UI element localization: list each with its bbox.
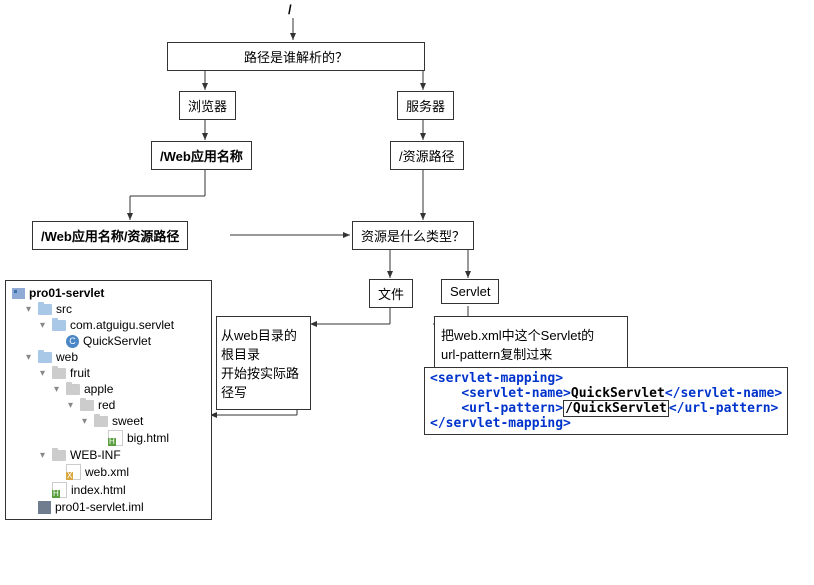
tree-big-html-label: big.html: [127, 431, 169, 445]
xml-servlet-name-text: QuickServlet: [571, 386, 665, 401]
node-from-web-root-l1: 从web目录的根目录: [221, 328, 297, 362]
node-url-pattern-desc: 把web.xml中这个Servlet的 url-pattern复制过来: [434, 316, 628, 372]
iml-file-icon: [38, 501, 51, 514]
folder-icon: [52, 320, 66, 331]
node-servlet: Servlet: [441, 279, 499, 304]
node-resource-path: /资源路径: [390, 141, 464, 170]
xml-file-icon: [66, 464, 81, 480]
xml-open-servlet-mapping: <servlet-mapping>: [430, 371, 563, 386]
tree-red-label: red: [98, 398, 115, 412]
xml-code-panel: <servlet-mapping> <servlet-name>QuickSer…: [424, 367, 788, 435]
node-file: 文件: [369, 279, 413, 308]
tree-fruit: ▾ fruit: [10, 365, 207, 381]
tree-class: C QuickServlet: [10, 333, 207, 349]
tree-iml-label: pro01-servlet.iml: [55, 500, 144, 514]
xml-url-pattern-text: /QuickServlet: [563, 400, 669, 417]
tree-web-label: web: [56, 350, 78, 364]
tree-root: pro01-servlet: [10, 285, 207, 301]
tree-web-inf: ▾ WEB-INF: [10, 447, 207, 463]
tree-fruit-label: fruit: [70, 366, 90, 380]
tree-web: ▾ web: [10, 349, 207, 365]
folder-icon: [52, 450, 66, 461]
tree-web-xml: web.xml: [10, 463, 207, 481]
chevron-down-icon: ▾: [26, 304, 38, 315]
node-url-pattern-l1: 把web.xml中这个Servlet的: [441, 328, 594, 343]
xml-open-servlet-name: <servlet-name>: [461, 386, 571, 401]
node-browser: 浏览器: [179, 91, 236, 120]
tree-package: ▾ com.atguigu.servlet: [10, 317, 207, 333]
chevron-down-icon: ▾: [68, 400, 80, 411]
node-url-pattern-l2: url-pattern复制过来: [441, 347, 552, 362]
tree-package-label: com.atguigu.servlet: [70, 318, 174, 332]
xml-close-url-pattern: </url-pattern>: [669, 401, 779, 416]
folder-icon: [38, 304, 52, 315]
tree-sweet-label: sweet: [112, 414, 143, 428]
chevron-down-icon: ▾: [54, 384, 66, 395]
node-webapp-name: /Web应用名称: [151, 141, 252, 170]
tree-web-xml-label: web.xml: [85, 465, 129, 479]
code-line-1: <servlet-mapping>: [430, 371, 782, 386]
tree-iml: pro01-servlet.iml: [10, 499, 207, 515]
chevron-down-icon: ▾: [40, 320, 52, 331]
tree-index-html-label: index.html: [71, 483, 126, 497]
root-slash: /: [288, 2, 292, 17]
node-from-web-root-l2: 开始按实际路径写: [221, 366, 299, 400]
tree-index-html: index.html: [10, 481, 207, 499]
xml-open-url-pattern: <url-pattern>: [461, 401, 563, 416]
tree-src: ▾ src: [10, 301, 207, 317]
node-resource-type: 资源是什么类型？: [352, 221, 474, 250]
code-line-4: </servlet-mapping>: [430, 416, 782, 431]
tree-apple-label: apple: [84, 382, 113, 396]
folder-icon: [80, 400, 94, 411]
tree-src-label: src: [56, 302, 72, 316]
folder-icon: [38, 352, 52, 363]
node-server: 服务器: [397, 91, 454, 120]
node-path-parser: 路径是谁解析的？: [167, 42, 425, 71]
chevron-down-icon: ▾: [40, 450, 52, 461]
tree-sweet: ▾ sweet: [10, 413, 207, 429]
tree-red: ▾ red: [10, 397, 207, 413]
html-file-icon: [108, 430, 123, 446]
folder-icon: [66, 384, 80, 395]
folder-icon: [52, 368, 66, 379]
node-from-web-root: 从web目录的根目录开始按实际路径写: [216, 316, 311, 410]
tree-big-html: big.html: [10, 429, 207, 447]
code-line-3: <url-pattern>/QuickServlet</url-pattern>: [430, 401, 782, 416]
module-icon: [12, 288, 25, 299]
node-webapp-resource-path: /Web应用名称/资源路径: [32, 221, 188, 250]
tree-class-label: QuickServlet: [83, 334, 151, 348]
project-tree-panel: pro01-servlet ▾src ▾com.atguigu.servlet …: [5, 280, 212, 520]
tree-root-label: pro01-servlet: [29, 286, 104, 300]
class-icon: C: [66, 335, 79, 348]
diagram-canvas: / 路径是谁解析的？ 浏览器 服务器 /Web应用名称 /资源路径 /Web应用…: [0, 0, 814, 585]
xml-close-servlet-mapping: </servlet-mapping>: [430, 416, 571, 431]
chevron-down-icon: ▾: [26, 352, 38, 363]
tree-apple: ▾ apple: [10, 381, 207, 397]
xml-close-servlet-name: </servlet-name>: [665, 386, 782, 401]
chevron-down-icon: ▾: [82, 416, 94, 427]
chevron-down-icon: ▾: [40, 368, 52, 379]
html-file-icon: [52, 482, 67, 498]
code-line-2: <servlet-name>QuickServlet</servlet-name…: [430, 386, 782, 401]
tree-web-inf-label: WEB-INF: [70, 448, 121, 462]
folder-icon: [94, 416, 108, 427]
